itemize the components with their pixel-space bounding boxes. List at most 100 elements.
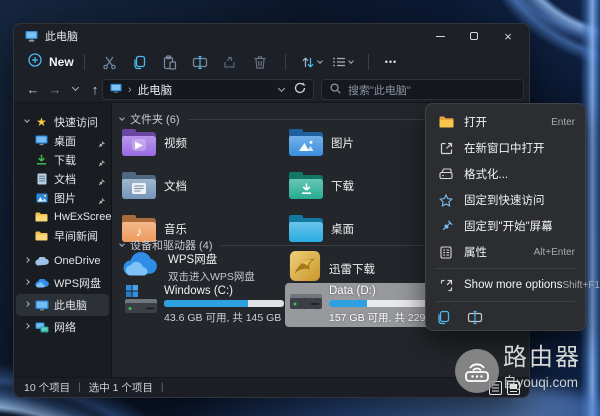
folder-tile-documents[interactable]: 文档 <box>122 172 187 199</box>
document-icon <box>34 173 49 185</box>
status-bar: 10 个项目 | 选中 1 个项目 | <box>14 377 529 397</box>
maximize-button[interactable] <box>457 24 491 48</box>
this-pc-icon <box>110 81 122 99</box>
recent-locations-button[interactable] <box>66 83 84 92</box>
rename-button[interactable] <box>185 55 215 70</box>
device-tile-wps-cloud[interactable]: WPS网盘 双击进入WPS网盘 <box>122 250 255 285</box>
context-menu: 打开 Enter 在新窗口中打开 格式化... 固定到快速访问 固定到"开始"屏… <box>425 103 600 331</box>
items-count: 10 个项目 <box>24 382 71 394</box>
titlebar[interactable]: 此电脑 × <box>14 24 529 48</box>
format-drive-icon <box>438 168 454 180</box>
capacity-bar-c <box>164 300 284 307</box>
pin-icon <box>438 219 454 233</box>
menu-item-open[interactable]: 打开 Enter <box>426 109 585 135</box>
navigation-pane: ★ 快速访问 桌面 下载 文档 图片 HwExScree 早间新闻 OneDri… <box>14 103 111 377</box>
folder-tile-downloads[interactable]: 下载 <box>289 172 354 199</box>
sidebar-item-hwexscreen[interactable]: HwExScreen <box>14 207 111 226</box>
menu-item-properties[interactable]: 属性 Alt+Enter <box>426 239 585 265</box>
new-plus-icon <box>28 52 42 72</box>
new-button-label: New <box>49 55 74 69</box>
pictures-icon <box>34 193 49 203</box>
onedrive-cloud-icon <box>34 256 49 266</box>
address-dropdown-icon[interactable] <box>277 84 286 92</box>
breadcrumb-this-pc[interactable]: 此电脑 <box>138 82 173 98</box>
show-more-icon <box>438 279 454 292</box>
data-drive-icon <box>289 285 323 325</box>
cut-button[interactable] <box>95 55 125 70</box>
share-button[interactable] <box>215 55 245 70</box>
sidebar-item-morning-news[interactable]: 早间新闻 <box>14 226 111 245</box>
menu-quick-actions <box>426 305 585 335</box>
menu-item-pin-start[interactable]: 固定到"开始"屏幕 <box>426 213 585 239</box>
wps-cloud-icon <box>34 278 49 288</box>
close-icon: × <box>504 28 512 44</box>
network-icon <box>34 322 49 333</box>
breadcrumb[interactable]: › 此电脑 <box>102 79 314 100</box>
drive-tile-c[interactable]: Windows (C:) 43.6 GB 可用, 共 145 GB <box>120 283 288 327</box>
sidebar-item-pictures[interactable]: 图片 <box>14 188 111 207</box>
search-input[interactable]: 搜索"此电脑" <box>321 79 524 100</box>
view-button[interactable] <box>332 56 354 68</box>
this-pc-icon <box>25 30 38 42</box>
menu-separator <box>436 268 575 269</box>
sidebar-item-desktop[interactable]: 桌面 <box>14 131 111 150</box>
paste-button[interactable] <box>155 54 185 70</box>
search-icon <box>330 81 341 99</box>
chevron-right-icon[interactable] <box>22 278 32 285</box>
sort-button[interactable] <box>301 56 323 69</box>
star-icon: ★ <box>36 114 47 129</box>
sidebar-item-downloads[interactable]: 下载 <box>14 150 111 169</box>
folder-tile-videos[interactable]: ▶ 视频 <box>122 129 187 156</box>
device-tile-thunder[interactable]: 迅雷下载 <box>289 250 375 287</box>
chevron-down-icon[interactable] <box>119 114 125 121</box>
toolbar-separator <box>284 54 286 70</box>
menu-separator <box>436 301 575 302</box>
menu-item-show-more-options[interactable]: Show more options Shift+F10 <box>426 272 600 298</box>
copy-button[interactable] <box>125 55 155 70</box>
documents-folder-icon <box>122 172 156 199</box>
open-new-window-icon <box>438 142 454 155</box>
delete-button[interactable] <box>245 55 275 70</box>
maximize-icon <box>470 32 478 40</box>
chevron-down-icon <box>71 83 79 92</box>
downloads-folder-icon <box>289 172 323 199</box>
folder-tile-pictures[interactable]: 图片 <box>289 129 354 156</box>
sidebar-item-wps-cloud[interactable]: WPS网盘 <box>14 272 111 294</box>
large-icons-view-button[interactable] <box>507 381 520 400</box>
desktop: 此电脑 × New ••• ← → ↑ › 此电脑 搜索"此电脑" ★ 快速访问… <box>0 0 600 416</box>
menu-item-format[interactable]: 格式化... <box>426 161 585 187</box>
sidebar-item-network[interactable]: 网络 <box>14 316 111 338</box>
window-title: 此电脑 <box>45 31 78 43</box>
sidebar-item-onedrive[interactable]: OneDrive <box>14 250 111 272</box>
folder-icon <box>34 231 49 241</box>
new-button[interactable]: New <box>28 52 74 72</box>
toolbar-separator <box>367 54 369 70</box>
sidebar-item-documents[interactable]: 文档 <box>14 169 111 188</box>
selected-count: 选中 1 个项目 <box>88 382 153 394</box>
toolbar-separator <box>83 54 85 70</box>
minimize-button[interactable] <box>423 24 457 48</box>
copy-icon-button[interactable] <box>436 310 451 330</box>
chevron-down-icon[interactable] <box>119 240 125 247</box>
back-button[interactable]: ← <box>22 82 44 97</box>
details-view-button[interactable] <box>489 381 502 400</box>
videos-folder-icon: ▶ <box>122 129 156 156</box>
refresh-button[interactable] <box>294 81 306 99</box>
command-toolbar: New ••• <box>14 48 529 76</box>
chevron-right-icon[interactable] <box>22 300 32 307</box>
chevron-right-icon[interactable] <box>22 322 32 329</box>
chevron-right-icon[interactable] <box>22 256 32 263</box>
see-more-button[interactable]: ••• <box>385 57 397 67</box>
breadcrumb-separator: › <box>128 83 132 96</box>
sidebar-item-quick-access[interactable]: ★ 快速访问 <box>14 112 111 131</box>
sidebar-item-this-pc[interactable]: 此电脑 <box>16 294 109 316</box>
desktop-icon <box>34 135 49 146</box>
menu-item-pin-quick-access[interactable]: 固定到快速访问 <box>426 187 585 213</box>
close-button[interactable]: × <box>491 24 525 48</box>
forward-button[interactable]: → <box>44 82 66 97</box>
chevron-down-icon <box>347 57 354 64</box>
menu-item-open-new-window[interactable]: 在新窗口中打开 <box>426 135 585 161</box>
rename-icon-button[interactable] <box>467 310 483 330</box>
properties-icon <box>438 245 454 259</box>
chevron-down-icon[interactable] <box>22 117 32 123</box>
